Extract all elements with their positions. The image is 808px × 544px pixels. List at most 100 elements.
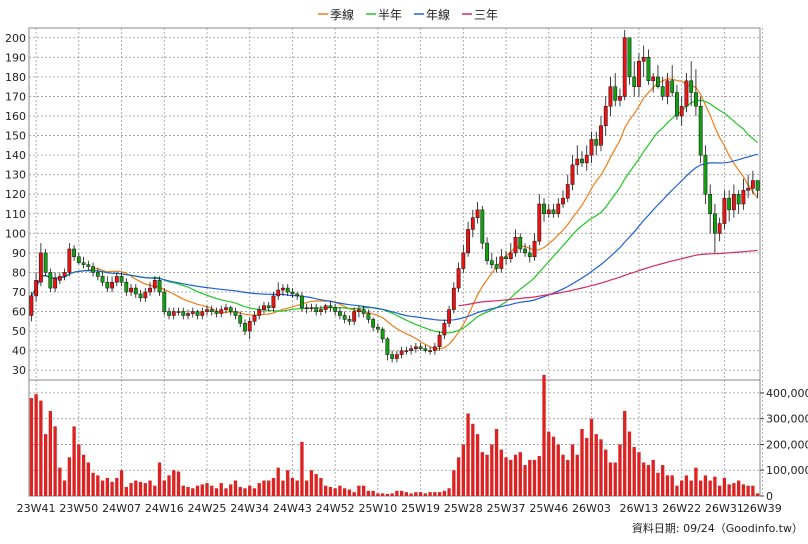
candle-body bbox=[53, 278, 58, 289]
volume-bar bbox=[404, 492, 409, 496]
x-tick-label: 24W52 bbox=[316, 502, 355, 515]
volume-bar bbox=[72, 426, 76, 496]
volume-bar bbox=[722, 477, 727, 496]
volume-bar bbox=[513, 454, 518, 496]
candle bbox=[698, 96, 703, 163]
volume-bar bbox=[717, 485, 722, 496]
candle-body bbox=[95, 272, 100, 277]
candle-body bbox=[148, 287, 152, 293]
volume-bar bbox=[661, 465, 665, 496]
volume-bar bbox=[461, 444, 465, 496]
price-tick-label: 60 bbox=[12, 306, 26, 319]
legend-label: 季線 bbox=[330, 7, 354, 22]
x-tick-label: 25W28 bbox=[444, 502, 483, 515]
candle-body bbox=[195, 311, 200, 316]
candle-body bbox=[485, 242, 489, 261]
candle-body bbox=[451, 287, 456, 310]
volume-bar bbox=[599, 439, 603, 496]
candle-body bbox=[698, 105, 703, 156]
x-tick-label: 24W16 bbox=[145, 502, 184, 515]
candle-body bbox=[556, 203, 561, 215]
candle-body bbox=[741, 190, 746, 205]
volume-bar bbox=[67, 457, 72, 496]
volume-bar bbox=[561, 454, 565, 496]
candle-body bbox=[641, 57, 646, 62]
volume-bar bbox=[39, 400, 43, 496]
candle-body bbox=[76, 256, 81, 263]
candle-body bbox=[537, 203, 542, 242]
candle-body bbox=[276, 289, 281, 297]
candle-body bbox=[613, 86, 618, 101]
price-tick-label: 170 bbox=[5, 90, 26, 103]
candle-body bbox=[447, 309, 451, 324]
volume-bar bbox=[589, 418, 594, 496]
candle-body bbox=[637, 60, 641, 87]
volume-bar bbox=[143, 483, 147, 496]
volume-bar bbox=[110, 481, 114, 496]
volume-bar bbox=[414, 492, 418, 496]
candle-body bbox=[133, 287, 138, 295]
volume-bar bbox=[580, 428, 584, 496]
candle-body bbox=[532, 240, 537, 258]
volume-tick-label: 400,000 bbox=[766, 387, 808, 400]
candle-body bbox=[736, 193, 741, 205]
candle-body bbox=[34, 280, 39, 297]
volume-bar bbox=[618, 444, 622, 496]
candle-body bbox=[124, 281, 129, 293]
candle-body bbox=[271, 295, 276, 308]
price-tick-label: 70 bbox=[12, 286, 26, 299]
candle-body bbox=[338, 311, 342, 316]
price-tick-label: 130 bbox=[5, 169, 26, 182]
x-tick-label: 26W13 bbox=[620, 502, 659, 515]
candle-body bbox=[295, 293, 300, 297]
volume-bar bbox=[328, 486, 333, 496]
volume-bar bbox=[732, 483, 736, 496]
volume-bar bbox=[509, 459, 513, 496]
volume-bar bbox=[608, 462, 613, 496]
candle-body bbox=[727, 197, 732, 211]
candle-body bbox=[352, 311, 357, 322]
volume-bar bbox=[105, 477, 109, 496]
candle-body bbox=[224, 307, 228, 310]
candle-body bbox=[494, 264, 499, 269]
candle-body bbox=[480, 209, 485, 244]
volume-bar bbox=[623, 410, 627, 496]
price-tick-label: 100 bbox=[5, 227, 26, 240]
volume-bar bbox=[604, 449, 608, 496]
candle-body bbox=[285, 287, 290, 293]
x-tick-label: 23W50 bbox=[59, 502, 98, 515]
volume-bar bbox=[77, 444, 81, 496]
candle-body bbox=[29, 295, 34, 316]
volume-bar bbox=[43, 434, 48, 496]
volume-bar bbox=[708, 480, 712, 496]
candle-body bbox=[660, 86, 665, 97]
volume-bar bbox=[200, 484, 204, 496]
volume-bar bbox=[642, 462, 646, 496]
candle-body bbox=[413, 346, 418, 349]
volume-tick-label: 200,000 bbox=[766, 438, 808, 451]
volume-bar bbox=[675, 485, 679, 496]
candle-body bbox=[157, 280, 162, 293]
candle-body bbox=[575, 158, 580, 166]
candle-body bbox=[508, 252, 513, 260]
price-tick-label: 110 bbox=[5, 208, 26, 221]
candle-body bbox=[580, 158, 584, 164]
candle-body bbox=[404, 350, 409, 352]
volume-bar bbox=[191, 488, 195, 496]
legend-label: 年線 bbox=[426, 7, 450, 22]
price-tick-label: 30 bbox=[12, 364, 26, 377]
volume-bar bbox=[324, 485, 328, 496]
volume-bar bbox=[91, 472, 95, 496]
candle-body bbox=[81, 262, 86, 265]
candle-body bbox=[309, 307, 314, 309]
volume-bar bbox=[746, 485, 750, 496]
volume-bar bbox=[352, 492, 356, 496]
candle-body bbox=[371, 319, 376, 328]
volume-bar bbox=[229, 484, 233, 496]
volume-bar bbox=[86, 462, 90, 496]
volume-bar bbox=[333, 488, 337, 496]
candle-body bbox=[527, 252, 532, 258]
volume-bar bbox=[594, 434, 598, 496]
candle-body bbox=[603, 105, 608, 127]
chart-container: 季線 半年 年線 三年 30 40 50 60 70 80 90 100 110 120 130 140 15… bbox=[0, 0, 808, 540]
